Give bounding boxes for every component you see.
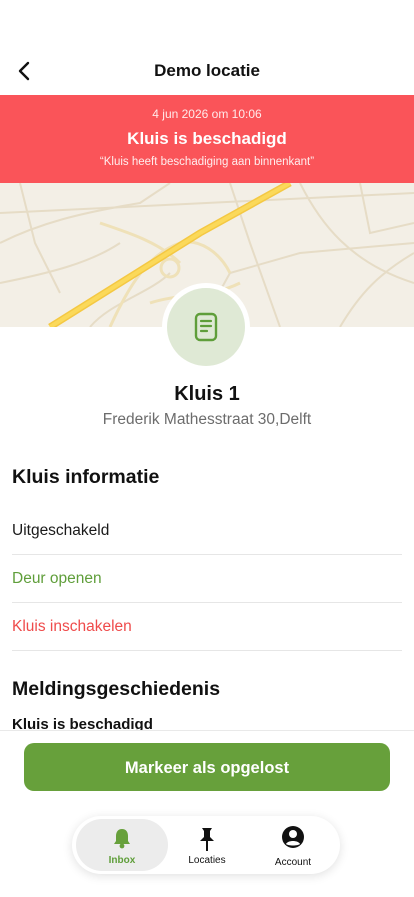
page-title: Demo locatie — [154, 61, 260, 80]
tab-bar: Inbox Locaties Account — [72, 816, 340, 874]
lock-avatar-inner — [167, 288, 245, 366]
status-row-disabled: Uitgeschakeld — [12, 507, 402, 555]
pin-icon — [200, 828, 214, 851]
mark-resolved-button[interactable]: Markeer als opgelost — [24, 743, 390, 791]
tab-label-account: Account — [274, 857, 312, 868]
tab-account[interactable]: Account — [252, 816, 334, 874]
lock-address: Frederik Mathesstraat 30,Delft — [102, 411, 312, 428]
tab-label-locations: Locaties — [188, 855, 226, 866]
account-icon — [282, 826, 304, 848]
tab-label-inbox: Inbox — [108, 855, 136, 866]
lock-avatar — [162, 283, 250, 371]
tab-inbox[interactable]: Inbox — [76, 819, 168, 871]
tab-locations[interactable]: Locaties — [168, 816, 246, 874]
alert-timestamp: 4 jun 2026 om 10:06 — [152, 107, 262, 121]
lock-name: Kluis 1 — [174, 383, 240, 405]
screen: Demo locatie 4 jun 2026 om 10:06 Kluis i… — [0, 0, 414, 897]
alert-banner: 4 jun 2026 om 10:06 Kluis is beschadigd … — [0, 95, 414, 183]
alert-title: Kluis is beschadigd — [127, 129, 287, 148]
bell-icon — [114, 829, 130, 849]
enable-lock-button[interactable]: Kluis inschakelen — [12, 603, 402, 651]
alert-description: “Kluis heeft beschadiging aan binnenkant… — [99, 156, 315, 168]
section-title-info: Kluis informatie — [12, 466, 160, 488]
header: Demo locatie — [0, 48, 414, 94]
document-icon — [194, 312, 218, 342]
section-title-history: Meldingsgeschiedenis — [12, 678, 221, 700]
open-door-button[interactable]: Deur openen — [12, 555, 402, 603]
